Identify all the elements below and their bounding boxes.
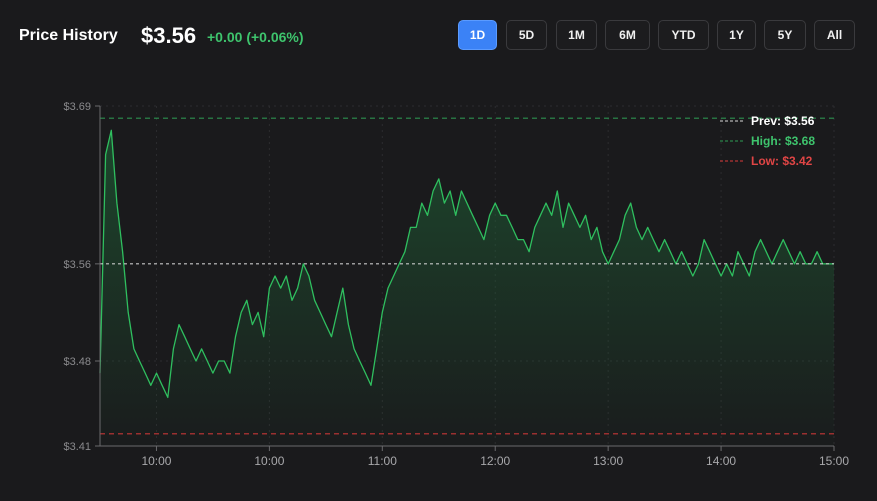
y-tick-label: $3.48 (63, 356, 91, 368)
x-tick-label: 10:00 (254, 454, 284, 468)
y-tick-label: $3.41 (63, 441, 91, 453)
x-tick-label: 10:00 (141, 454, 171, 468)
high-legend-label: High: $3.68 (751, 134, 815, 148)
x-tick-label: 11:00 (368, 454, 397, 468)
chart-legend: Prev: $3.56 High: $3.68 Low: $3.42 (720, 114, 815, 168)
x-tick-label: 15:00 (819, 454, 849, 468)
x-tick-label: 13:00 (593, 454, 623, 468)
low-legend-label: Low: $3.42 (751, 154, 813, 168)
price-area-fill (100, 130, 834, 447)
price-chart[interactable]: $3.69 $3.56 $3.48 $3.41 10:00 10:00 11:00 12:00… (0, 0, 877, 501)
chart-area-layer (99, 129, 834, 447)
y-tick-label: $3.69 (63, 101, 91, 113)
y-tick-label: $3.56 (63, 259, 91, 271)
prev-legend-label: Prev: $3.56 (751, 114, 815, 128)
x-tick-label: 14:00 (706, 454, 736, 468)
x-tick-label: 12:00 (480, 454, 510, 468)
